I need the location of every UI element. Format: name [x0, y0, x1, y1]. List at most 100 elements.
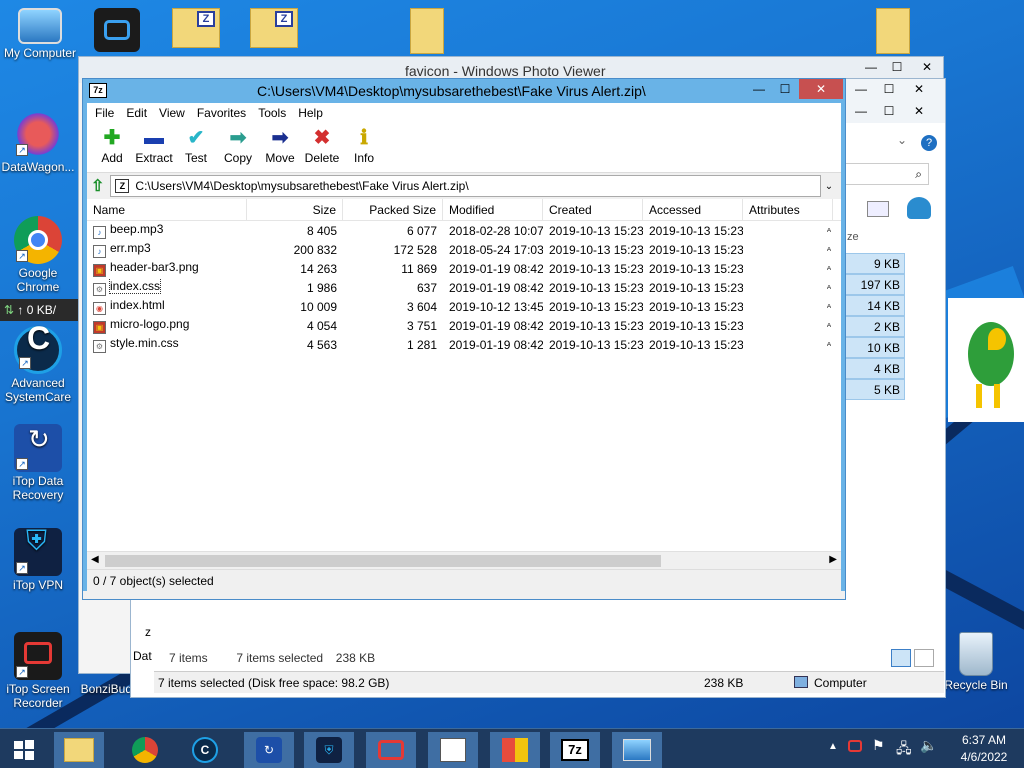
- delete-button[interactable]: ✖ Delete: [301, 123, 343, 172]
- extract-button[interactable]: ▬ Extract: [133, 123, 175, 172]
- explorer-size-cell[interactable]: 5 KB: [845, 379, 905, 400]
- maximize-button[interactable]: ☐: [875, 79, 903, 99]
- large-icons-view-icon[interactable]: [914, 649, 935, 667]
- clock-date[interactable]: 4/6/2022: [954, 750, 1014, 764]
- taskbar-office[interactable]: [490, 732, 540, 768]
- chevron-down-icon[interactable]: ⌄: [821, 181, 837, 192]
- close-button[interactable]: ✕: [905, 101, 933, 121]
- column-header-accessed[interactable]: Accessed: [643, 199, 743, 220]
- taskbar-photo-viewer[interactable]: [612, 732, 662, 768]
- desktop-icon-label: DataWagon...: [1, 160, 75, 174]
- maximize-button[interactable]: ☐: [875, 101, 903, 121]
- minimize-button[interactable]: —: [857, 57, 885, 77]
- column-header-size[interactable]: Size: [247, 199, 343, 220]
- minimize-button[interactable]: —: [847, 101, 875, 121]
- menu-tools[interactable]: Tools: [252, 106, 292, 120]
- desktop-icon-recycle-bin[interactable]: Recycle Bin: [938, 632, 1014, 692]
- maximize-button[interactable]: ☐: [883, 57, 911, 77]
- flag-icon[interactable]: ⚑: [872, 737, 885, 754]
- taskbar-chrome[interactable]: [120, 732, 170, 768]
- scrollbar-thumb[interactable]: [105, 555, 661, 567]
- file-list[interactable]: Name Size Packed Size Modified Created Access…: [87, 199, 841, 569]
- test-button[interactable]: ✔ Test: [175, 123, 217, 172]
- desktop-icon-my-computer[interactable]: My Computer: [2, 8, 78, 60]
- ribbon-expand-icon[interactable]: ⌄: [897, 133, 907, 147]
- column-header-packed-size[interactable]: Packed Size: [343, 199, 443, 220]
- size-column-header[interactable]: ze: [847, 231, 859, 243]
- scroll-right-icon[interactable]: ▶: [829, 554, 837, 565]
- explorer-size-cell[interactable]: 2 KB: [845, 316, 905, 337]
- sevenzip-titlebar[interactable]: 7z C:\Users\VM4\Desktop\mysubsarethebest…: [83, 79, 845, 103]
- desktop-icon-datawagon[interactable]: ↗ DataWagon...: [0, 110, 76, 174]
- address-bar: ⇧ Z C:\Users\VM4\Desktop\mysubsarethebes…: [87, 173, 841, 199]
- taskbar-sevenzip[interactable]: 7z: [550, 732, 600, 768]
- folder-icon[interactable]: [876, 8, 910, 54]
- parrot-character[interactable]: [948, 298, 1024, 422]
- add-button[interactable]: ✚ Add: [91, 123, 133, 172]
- recorder-tray-icon[interactable]: [848, 740, 862, 752]
- explorer-size-cell[interactable]: 14 KB: [845, 295, 905, 316]
- explorer-size-cell[interactable]: 197 KB: [845, 274, 905, 295]
- help-icon[interactable]: ?: [921, 135, 937, 151]
- explorer-search-box[interactable]: ⌕: [845, 163, 929, 185]
- column-header-modified[interactable]: Modified: [443, 199, 543, 220]
- explorer-side-fragment: z: [145, 625, 151, 639]
- clock-time[interactable]: 6:37 AM: [954, 733, 1014, 747]
- menu-help[interactable]: Help: [292, 106, 329, 120]
- table-row[interactable]: ◉ index.html 10 009 3 604 2019-10-12 13:45 20…: [87, 297, 841, 316]
- column-header-created[interactable]: Created: [543, 199, 643, 220]
- folder-icon[interactable]: [410, 8, 444, 54]
- close-button[interactable]: ✕: [913, 57, 941, 77]
- minimize-button[interactable]: —: [847, 79, 875, 99]
- taskbar-data-recovery[interactable]: ↻: [244, 732, 294, 768]
- minimize-button[interactable]: —: [745, 79, 773, 99]
- menu-edit[interactable]: Edit: [120, 106, 153, 120]
- desktop-icon-systemcare[interactable]: C ↗ Advanced SystemCare: [0, 322, 76, 404]
- menu-view[interactable]: View: [153, 106, 191, 120]
- camera-app-icon[interactable]: [94, 8, 140, 52]
- scroll-left-icon[interactable]: ◀: [91, 554, 99, 565]
- zip-folder-icon[interactable]: Z: [172, 8, 220, 48]
- volume-icon[interactable]: 🔈: [920, 737, 937, 754]
- column-header-name[interactable]: Name: [87, 199, 247, 220]
- taskbar-screen-recorder[interactable]: [366, 732, 416, 768]
- show-hidden-icon[interactable]: ▲: [828, 741, 838, 752]
- address-field[interactable]: Z C:\Users\VM4\Desktop\mysubsarethebest\…: [110, 175, 821, 197]
- table-row[interactable]: ⚙ index.css 1 986 637 2019-01-19 08:42 2019-1…: [87, 278, 841, 297]
- column-header-attributes[interactable]: Attributes: [743, 199, 833, 220]
- taskbar-systemcare[interactable]: C: [180, 732, 230, 768]
- network-icon[interactable]: 🖧: [896, 738, 912, 762]
- image-icon[interactable]: [867, 201, 889, 217]
- table-row[interactable]: ⚙ style.min.css 4 563 1 281 2019-01-19 08:42…: [87, 335, 841, 354]
- details-view-icon[interactable]: [891, 649, 911, 667]
- move-button[interactable]: ➡ Move: [259, 123, 301, 172]
- table-row[interactable]: ♪ err.mp3 200 832 172 528 2018-05-24 17:03 20…: [87, 240, 841, 259]
- close-button[interactable]: ✕: [799, 79, 843, 99]
- menu-file[interactable]: File: [89, 106, 120, 120]
- maximize-button[interactable]: ☐: [771, 79, 799, 99]
- desktop-icon-screen-recorder[interactable]: ↗ iTop Screen Recorder: [0, 632, 76, 710]
- taskbar-vpn[interactable]: ⛨: [304, 732, 354, 768]
- shell-icon[interactable]: [907, 197, 931, 219]
- taskbar-notepad[interactable]: [428, 732, 478, 768]
- close-button[interactable]: ✕: [905, 79, 933, 99]
- explorer-size-cell[interactable]: 4 KB: [845, 358, 905, 379]
- sevenzip-window[interactable]: 7z C:\Users\VM4\Desktop\mysubsarethebest…: [82, 78, 846, 600]
- table-row[interactable]: ▣ header-bar3.png 14 263 11 869 2019-01-19 0…: [87, 259, 841, 278]
- copy-button[interactable]: ➡ Copy: [217, 123, 259, 172]
- explorer-size-cell[interactable]: 10 KB: [845, 337, 905, 358]
- file-modified-cell: 2019-01-19 08:42: [449, 337, 543, 352]
- zip-folder-icon[interactable]: Z: [250, 8, 298, 48]
- desktop-icon-vpn[interactable]: ⛨ ↗ iTop VPN: [0, 527, 76, 593]
- explorer-size-cell[interactable]: 9 KB: [845, 253, 905, 274]
- taskbar-explorer[interactable]: [54, 732, 104, 768]
- start-button[interactable]: [0, 732, 48, 768]
- up-folder-icon[interactable]: ⇧: [91, 176, 104, 196]
- info-button[interactable]: ℹ Info: [343, 123, 385, 172]
- menu-favorites[interactable]: Favorites: [191, 106, 252, 120]
- desktop-icon-chrome[interactable]: ↗ Google Chrome: [0, 216, 76, 294]
- desktop-icon-data-recovery[interactable]: ↻ ↗ iTop Data Recovery: [0, 424, 76, 502]
- table-row[interactable]: ♪ beep.mp3 8 405 6 077 2018-02-28 10:07 2019-…: [87, 221, 841, 240]
- horizontal-scrollbar[interactable]: ◀ ▶: [87, 551, 841, 569]
- table-row[interactable]: ▣ micro-logo.png 4 054 3 751 2019-01-19 08:4…: [87, 316, 841, 335]
